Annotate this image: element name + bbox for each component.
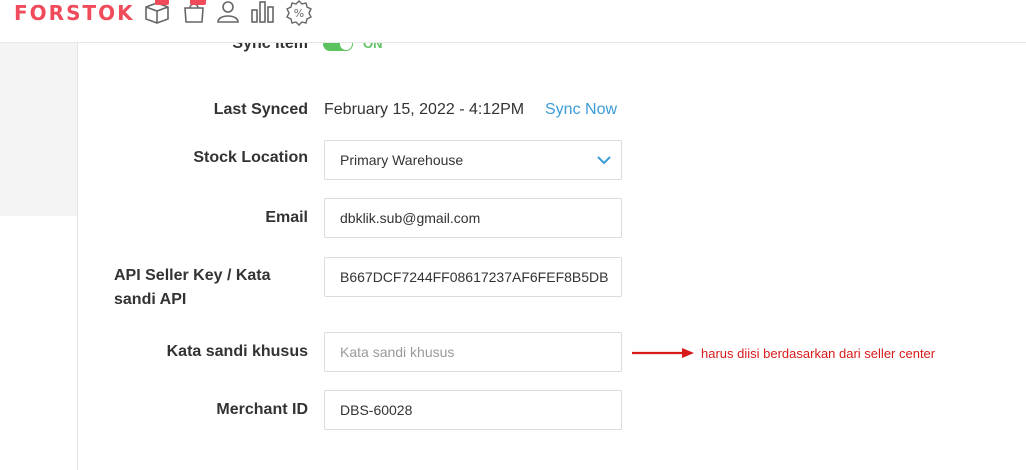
stock-location-label: Stock Location [193, 149, 308, 166]
forstok-logo[interactable]: FORSTOK [14, 1, 135, 25]
email-field[interactable] [340, 199, 610, 237]
box-icon[interactable] [144, 0, 172, 29]
svg-text:%: % [294, 7, 304, 20]
api-key-label: API Seller Key / Kata sandi API [114, 267, 271, 308]
merchant-id-field-box [324, 390, 622, 430]
notification-badge [155, 0, 169, 5]
chevron-down-icon [597, 156, 611, 165]
kata-sandi-label: Kata sandi khusus [166, 343, 308, 360]
last-synced-value: February 15, 2022 - 4:12PM [324, 101, 525, 118]
bar-chart-icon[interactable] [250, 0, 276, 29]
kata-sandi-field[interactable] [340, 333, 610, 371]
stock-location-value: Primary Warehouse [340, 152, 464, 168]
percent-icon[interactable]: % [286, 0, 312, 31]
api-key-field[interactable] [340, 258, 610, 296]
user-icon[interactable] [216, 0, 240, 29]
stock-location-select[interactable]: Primary Warehouse [324, 140, 622, 180]
notification-badge [190, 0, 206, 5]
sync-now-link[interactable]: Sync Now [545, 101, 617, 119]
api-key-field-box [324, 257, 622, 297]
merchant-id-label: Merchant ID [216, 401, 308, 418]
sidebar [0, 43, 77, 216]
sidebar-divider [77, 43, 78, 470]
last-synced-label: Last Synced [213, 101, 308, 118]
top-navbar: FORSTOK % [0, 0, 1026, 43]
bag-icon[interactable] [182, 0, 206, 29]
kata-sandi-field-box [324, 332, 622, 372]
merchant-id-field[interactable] [340, 391, 610, 429]
annotation-arrow-icon [632, 348, 694, 358]
email-field-box [324, 198, 622, 238]
email-label: Email [265, 209, 308, 226]
annotation-note: harus diisi berdasarkan dari seller cent… [701, 346, 936, 361]
